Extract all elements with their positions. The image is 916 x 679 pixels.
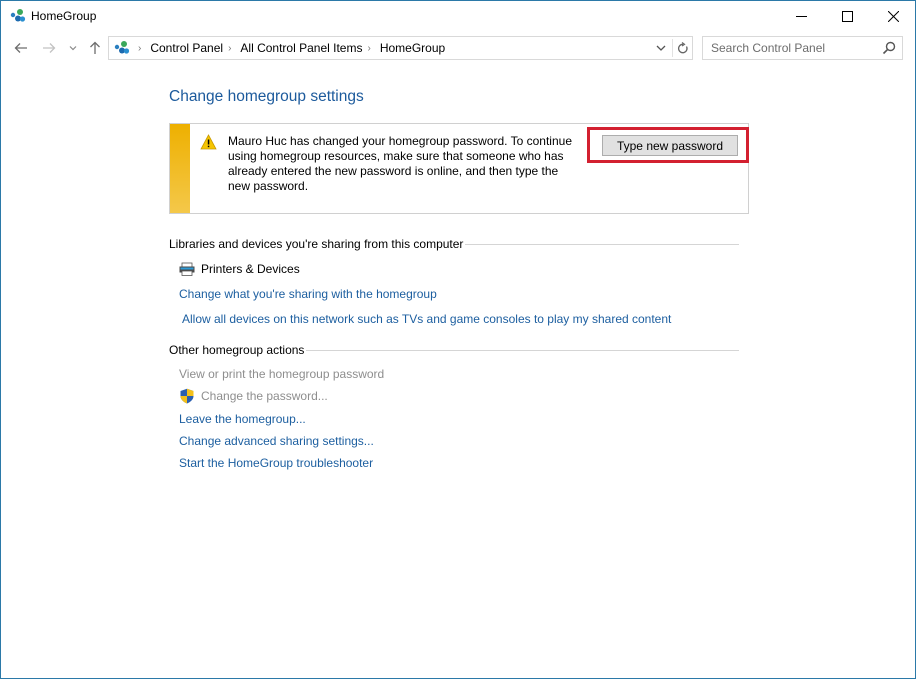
search-input[interactable]	[703, 37, 878, 59]
notice-message: Mauro Huc has changed your homegroup pas…	[228, 134, 572, 193]
breadcrumb: › Control Panel › All Control Panel Item…	[133, 37, 445, 59]
change-sharing-link[interactable]: Change what you're sharing with the home…	[179, 287, 437, 301]
shared-item-label: Printers & Devices	[201, 262, 300, 276]
homegroup-window: HomeGroup › Control Panel › All Control …	[0, 0, 916, 679]
troubleshooter-link[interactable]: Start the HomeGroup troubleshooter	[179, 456, 373, 470]
recent-locations-button[interactable]	[65, 37, 81, 59]
change-password-link[interactable]: Change the password...	[179, 388, 328, 404]
highlight-frame: Type new password	[587, 127, 749, 163]
section-heading-text: Other homegroup actions	[169, 343, 305, 357]
maximize-button[interactable]	[824, 1, 870, 32]
chevron-down-icon	[656, 45, 666, 51]
refresh-icon	[677, 41, 688, 53]
navigation-bar: › Control Panel › All Control Panel Item…	[1, 35, 915, 61]
allow-media-devices-link[interactable]: Allow all devices on this network such a…	[182, 312, 671, 326]
view-print-password-link[interactable]: View or print the homegroup password	[179, 367, 384, 381]
leave-homegroup-link[interactable]: Leave the homegroup...	[179, 412, 306, 426]
forward-button[interactable]	[39, 37, 59, 59]
chevron-right-icon[interactable]: ›	[367, 43, 370, 54]
breadcrumb-all-items[interactable]: All Control Panel Items	[240, 41, 362, 55]
advanced-sharing-link[interactable]: Change advanced sharing settings...	[179, 434, 374, 448]
arrow-up-icon	[90, 41, 100, 54]
uac-shield-icon	[180, 388, 194, 404]
divider	[306, 349, 739, 351]
address-dropdown-button[interactable]	[651, 37, 671, 59]
homegroup-icon	[114, 41, 130, 54]
maximize-icon	[841, 11, 853, 22]
window-title: HomeGroup	[31, 9, 97, 23]
title-bar[interactable]: HomeGroup	[1, 1, 915, 32]
divider	[465, 243, 739, 245]
minimize-button[interactable]	[778, 1, 824, 32]
warning-icon	[200, 134, 217, 150]
type-new-password-button[interactable]: Type new password	[602, 135, 738, 156]
page-title: Change homegroup settings	[169, 88, 364, 105]
homegroup-icon	[10, 9, 26, 22]
search-box[interactable]	[702, 36, 903, 60]
section-heading-text: Libraries and devices you're sharing fro…	[169, 237, 464, 251]
notice-accent-bar	[170, 124, 190, 213]
search-icon[interactable]	[882, 41, 896, 55]
refresh-button[interactable]	[673, 37, 693, 59]
address-bar[interactable]: › Control Panel › All Control Panel Item…	[108, 36, 693, 60]
actions-section-heading: Other homegroup actions	[169, 343, 739, 357]
breadcrumb-control-panel[interactable]: Control Panel	[150, 41, 223, 55]
close-icon	[887, 11, 899, 22]
back-button[interactable]	[11, 37, 31, 59]
chevron-down-icon	[69, 46, 77, 51]
sharing-section-heading: Libraries and devices you're sharing fro…	[169, 237, 739, 251]
chevron-right-icon[interactable]: ›	[228, 43, 231, 54]
printer-icon	[179, 262, 195, 276]
breadcrumb-homegroup[interactable]: HomeGroup	[380, 41, 445, 55]
change-password-label: Change the password...	[201, 389, 328, 403]
password-changed-notice: Mauro Huc has changed your homegroup pas…	[169, 123, 749, 214]
minimize-icon	[795, 16, 807, 17]
shared-item-printers: Printers & Devices	[179, 261, 300, 277]
close-button[interactable]	[870, 1, 916, 32]
up-button[interactable]	[85, 37, 105, 59]
main-content: Change homegroup settings Mauro Huc has …	[1, 63, 915, 678]
chevron-right-icon[interactable]: ›	[138, 43, 141, 54]
arrow-left-icon	[14, 43, 27, 53]
arrow-right-icon	[43, 43, 56, 53]
